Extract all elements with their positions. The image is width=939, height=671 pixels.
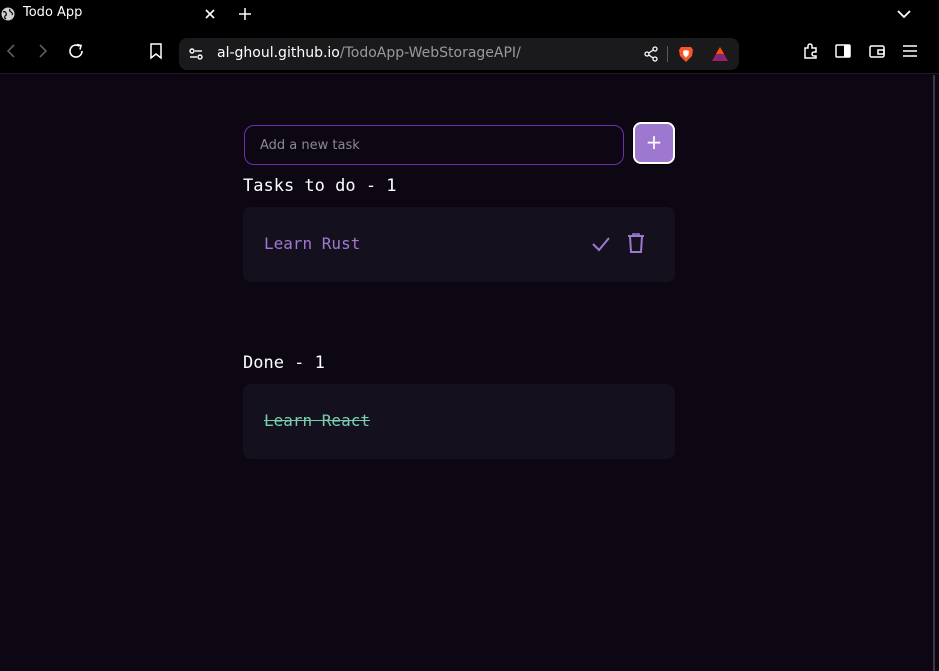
todo-task-card: Learn Rust bbox=[243, 207, 675, 282]
todo-section-title: Tasks to do - 1 bbox=[243, 176, 397, 196]
hamburger-menu-icon[interactable] bbox=[901, 42, 919, 60]
scrollbar[interactable] bbox=[933, 75, 939, 671]
url-text[interactable]: al-ghoul.github.io/TodoApp-WebStorageAPI… bbox=[217, 45, 521, 61]
forward-icon[interactable] bbox=[34, 42, 52, 60]
close-icon[interactable] bbox=[203, 7, 217, 21]
tab-title: Todo App bbox=[23, 5, 83, 20]
url-path: /TodoApp-WebStorageAPI/ bbox=[339, 45, 521, 61]
reload-icon[interactable] bbox=[67, 42, 85, 60]
site-settings-icon[interactable] bbox=[188, 46, 204, 62]
share-icon[interactable] bbox=[642, 45, 660, 63]
bookmark-icon[interactable] bbox=[147, 42, 165, 60]
back-icon[interactable] bbox=[2, 42, 20, 60]
address-bar[interactable]: al-ghoul.github.io/TodoApp-WebStorageAPI… bbox=[179, 38, 739, 70]
trash-icon[interactable] bbox=[626, 232, 646, 254]
tab-strip: Todo App bbox=[0, 0, 939, 28]
todo-task-text: Learn Rust bbox=[264, 234, 361, 253]
new-task-input[interactable] bbox=[244, 125, 624, 165]
divider bbox=[667, 46, 668, 62]
browser-toolbar: al-ghoul.github.io/TodoApp-WebStorageAPI… bbox=[0, 28, 939, 74]
wallet-icon[interactable] bbox=[868, 42, 886, 60]
url-host: al-ghoul.github.io bbox=[217, 45, 340, 61]
done-task-card: Learn React bbox=[243, 384, 675, 459]
plus-icon[interactable] bbox=[237, 6, 253, 22]
bat-triangle-icon[interactable] bbox=[711, 45, 729, 63]
browser-tab[interactable]: Todo App bbox=[0, 0, 228, 28]
puzzle-icon[interactable] bbox=[802, 42, 820, 60]
check-icon[interactable] bbox=[590, 233, 612, 255]
chevron-down-icon[interactable] bbox=[896, 7, 912, 21]
page-content: + Tasks to do - 1 Learn Rust Done - 1 Le… bbox=[0, 75, 933, 671]
add-task-button[interactable]: + bbox=[633, 122, 675, 164]
done-section-title: Done - 1 bbox=[243, 353, 325, 373]
sidebar-icon[interactable] bbox=[834, 42, 852, 60]
brave-lion-icon[interactable] bbox=[677, 45, 695, 63]
globe-icon bbox=[1, 7, 15, 21]
done-task-text: Learn React bbox=[264, 411, 370, 430]
